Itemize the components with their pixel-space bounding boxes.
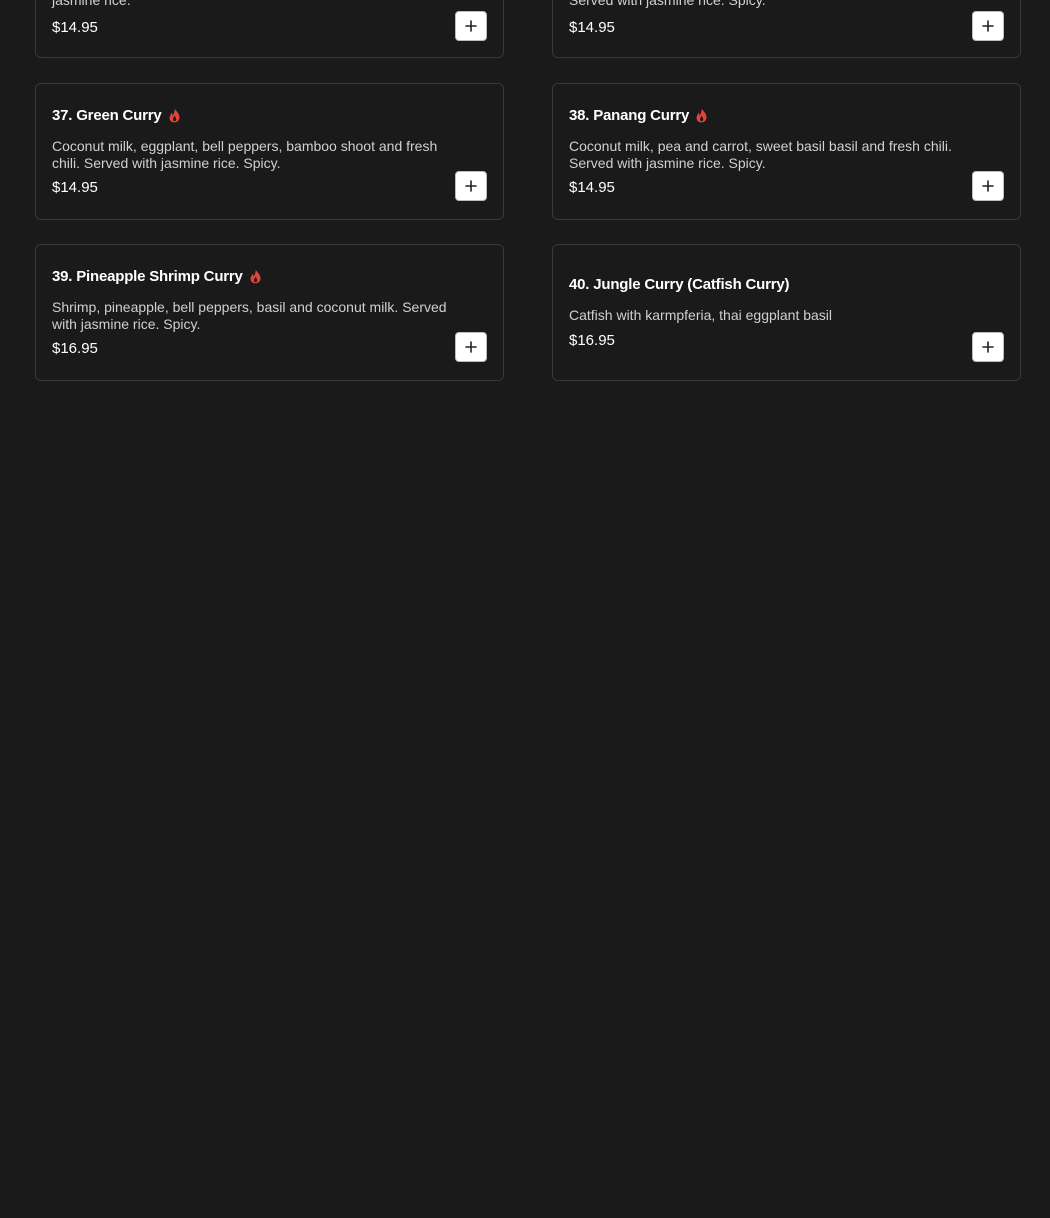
chili-flame-icon: [169, 108, 180, 123]
add-to-cart-button[interactable]: [972, 332, 1004, 362]
item-price: $14.95: [569, 179, 615, 196]
menu-item-card[interactable]: Served with jasmine rice. Spicy. $14.95: [552, 0, 1021, 58]
plus-icon: [465, 180, 477, 192]
item-price: $14.95: [52, 179, 98, 196]
item-title: 39. Pineapple Shrimp Curry: [52, 268, 262, 285]
plus-icon: [465, 20, 477, 32]
item-title-text: 37. Green Curry: [52, 107, 162, 124]
menu-item-card[interactable]: 39. Pineapple Shrimp Curry Shrimp, pinea…: [35, 244, 504, 381]
item-title-text: 38. Panang Curry: [569, 107, 690, 124]
item-title: 38. Panang Curry: [569, 107, 708, 124]
menu-item-card[interactable]: 38. Panang Curry Coconut milk, pea and c…: [552, 83, 1021, 220]
menu-item-card[interactable]: 37. Green Curry Coconut milk, eggplant, …: [35, 83, 504, 220]
add-to-cart-button[interactable]: [455, 11, 487, 41]
item-title: 40. Jungle Curry (Catfish Curry): [569, 276, 790, 293]
menu-item-card[interactable]: 40. Jungle Curry (Catfish Curry) Catfish…: [552, 244, 1021, 381]
item-price: $14.95: [569, 19, 615, 36]
item-price: $14.95: [52, 19, 98, 36]
chili-flame-icon: [696, 108, 707, 123]
item-description: Shrimp, pineapple, bell peppers, basil a…: [52, 299, 447, 332]
add-to-cart-button[interactable]: [455, 332, 487, 362]
item-title-text: 40. Jungle Curry (Catfish Curry): [569, 276, 790, 293]
item-description: Catfish with karmpferia, thai eggplant b…: [569, 307, 833, 323]
item-description: jasmine rice.: [52, 0, 131, 8]
item-description: Coconut milk, pea and carrot, sweet basi…: [569, 138, 952, 171]
plus-icon: [982, 180, 994, 192]
menu-item-card[interactable]: jasmine rice. $14.95: [35, 0, 504, 58]
add-to-cart-button[interactable]: [972, 171, 1004, 201]
plus-icon: [982, 20, 994, 32]
item-description: Served with jasmine rice. Spicy.: [569, 0, 766, 8]
item-price: $16.95: [52, 340, 98, 357]
plus-icon: [465, 341, 477, 353]
chili-flame-icon: [250, 269, 261, 284]
item-price: $16.95: [569, 332, 615, 349]
add-to-cart-button[interactable]: [972, 11, 1004, 41]
plus-icon: [982, 341, 994, 353]
add-to-cart-button[interactable]: [455, 171, 487, 201]
item-title: 37. Green Curry: [52, 107, 181, 124]
item-title-text: 39. Pineapple Shrimp Curry: [52, 268, 243, 285]
item-description: Coconut milk, eggplant, bell peppers, ba…: [52, 138, 438, 171]
